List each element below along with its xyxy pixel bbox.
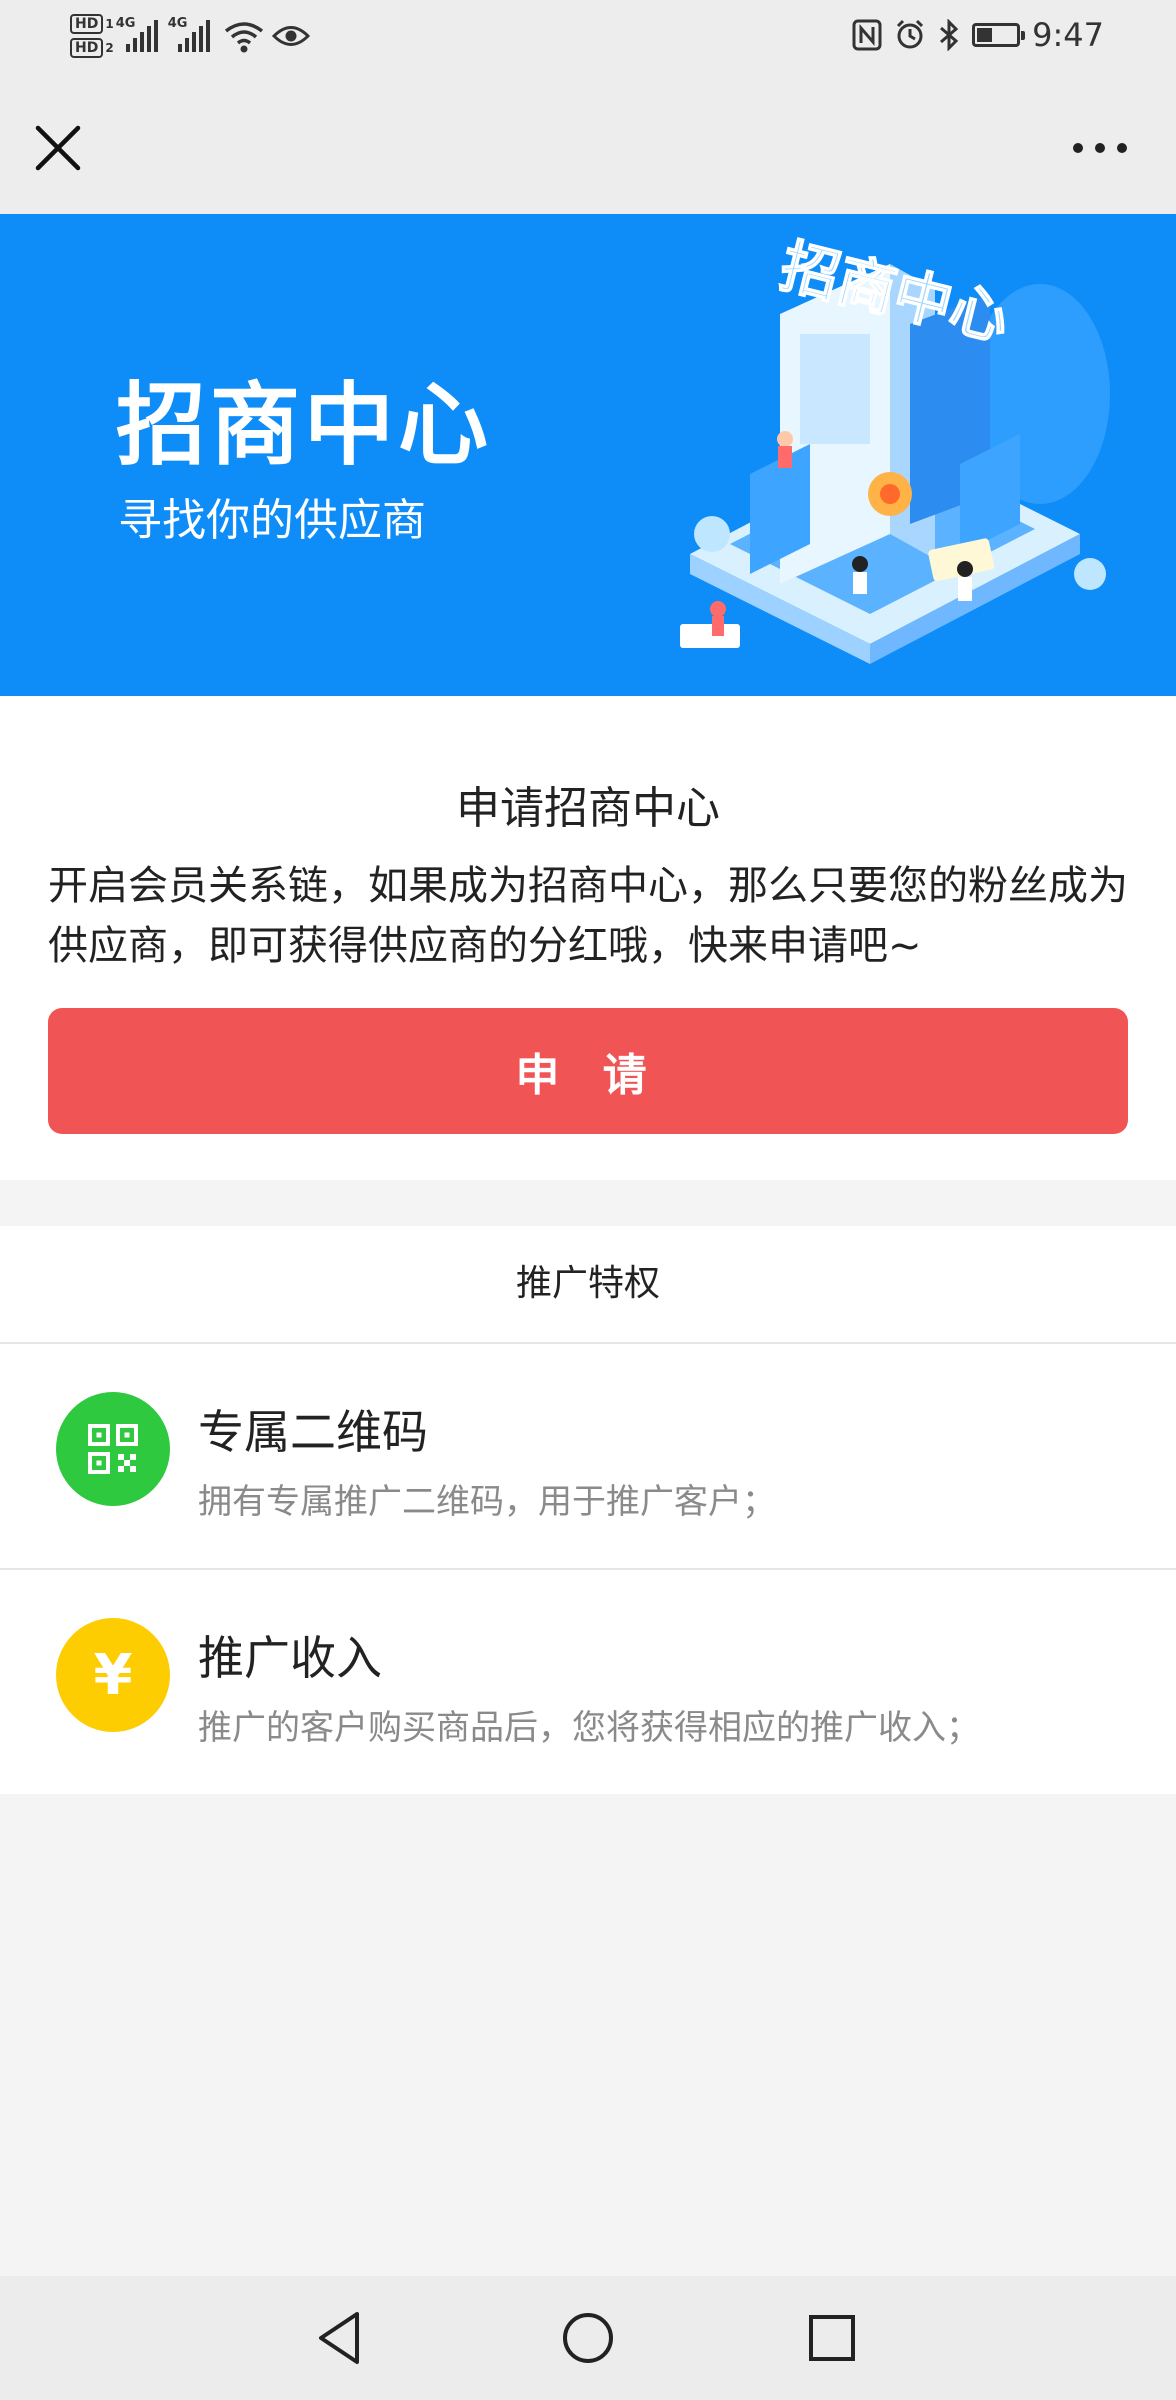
privilege-description: 拥有专属推广二维码，用于推广客户； bbox=[198, 1482, 776, 1522]
privilege-description: 推广的客户购买商品后，您将获得相应的推广收入； bbox=[198, 1708, 980, 1748]
signal1-icon: 4G bbox=[116, 16, 158, 52]
signal2-label: 4G bbox=[167, 16, 188, 31]
close-button[interactable] bbox=[26, 116, 90, 180]
privilege-item-qr-code: 专属二维码 拥有专属推广二维码，用于推广客户； bbox=[0, 1344, 1176, 1570]
nfc-icon bbox=[852, 19, 882, 51]
wifi-icon bbox=[224, 22, 263, 53]
home-icon bbox=[563, 2313, 613, 2363]
banner-subtitle: 寻找你的供应商 bbox=[118, 495, 426, 546]
signal2-icon: 4G bbox=[168, 16, 210, 52]
apply-title: 申请招商中心 bbox=[456, 783, 720, 834]
privilege-item-income: ¥ 推广收入 推广的客户购买商品后，您将获得相应的推广收入； bbox=[0, 1570, 1176, 1794]
privilege-header: 推广特权 bbox=[0, 1226, 1176, 1344]
privilege-icon-badge bbox=[56, 1392, 170, 1506]
status-bar: HD 1 HD 2 4G 4G 9:47 bbox=[0, 0, 1176, 70]
privilege-section: 推广特权 专属二维码 拥有专属推广二维码，用于推广客户； ¥ 推广收入 推广的客… bbox=[0, 1226, 1176, 1794]
privilege-title: 推广收入 bbox=[198, 1631, 382, 1685]
close-icon bbox=[35, 125, 81, 171]
privilege-icon-badge: ¥ bbox=[56, 1618, 170, 1732]
hd2-label: HD bbox=[70, 38, 104, 58]
more-dot bbox=[1117, 143, 1127, 153]
hd2-indicator: HD 2 bbox=[70, 38, 114, 58]
status-left: HD 1 HD 2 4G 4G bbox=[70, 8, 310, 64]
title-bar bbox=[0, 70, 1176, 214]
more-button[interactable] bbox=[1060, 128, 1140, 168]
qr-code-icon bbox=[88, 1424, 138, 1474]
back-icon bbox=[319, 2312, 359, 2364]
hd1-label: HD bbox=[70, 14, 104, 34]
battery-icon bbox=[972, 23, 1026, 47]
home-button[interactable] bbox=[553, 2306, 623, 2370]
more-dot bbox=[1073, 143, 1083, 153]
eye-icon bbox=[271, 26, 310, 46]
hd1-indicator: HD 1 bbox=[70, 14, 114, 34]
system-nav-bar bbox=[0, 2276, 1176, 2400]
hd-indicators: HD 1 HD 2 bbox=[70, 14, 114, 58]
back-button[interactable] bbox=[305, 2306, 375, 2370]
alarm-icon bbox=[897, 19, 924, 49]
recents-icon bbox=[809, 2315, 855, 2361]
status-time: 9:47 bbox=[1032, 16, 1104, 54]
banner-illustration: 招商中心 bbox=[680, 231, 1110, 664]
banner: 招商中心 寻找你的供应商 招商中心 bbox=[0, 214, 1176, 696]
apply-button[interactable]: 申 请 bbox=[48, 1008, 1128, 1134]
apply-card: 申请招商中心 开启会员关系链，如果成为招商中心，那么只要您的粉丝成为供应商，即可… bbox=[0, 696, 1176, 1180]
recents-button[interactable] bbox=[797, 2306, 867, 2370]
apply-description: 开启会员关系链，如果成为招商中心，那么只要您的粉丝成为供应商，即可获得供应商的分… bbox=[48, 863, 1128, 969]
yen-icon: ¥ bbox=[93, 1642, 133, 1708]
status-right: 9:47 bbox=[852, 12, 1104, 58]
hd1-sub: 1 bbox=[105, 17, 114, 31]
privilege-title: 专属二维码 bbox=[198, 1405, 428, 1459]
signal1-label: 4G bbox=[115, 16, 136, 31]
banner-title: 招商中心 bbox=[116, 373, 492, 478]
hd2-sub: 2 bbox=[105, 41, 114, 55]
bluetooth-icon bbox=[940, 19, 959, 51]
more-dot bbox=[1095, 143, 1105, 153]
